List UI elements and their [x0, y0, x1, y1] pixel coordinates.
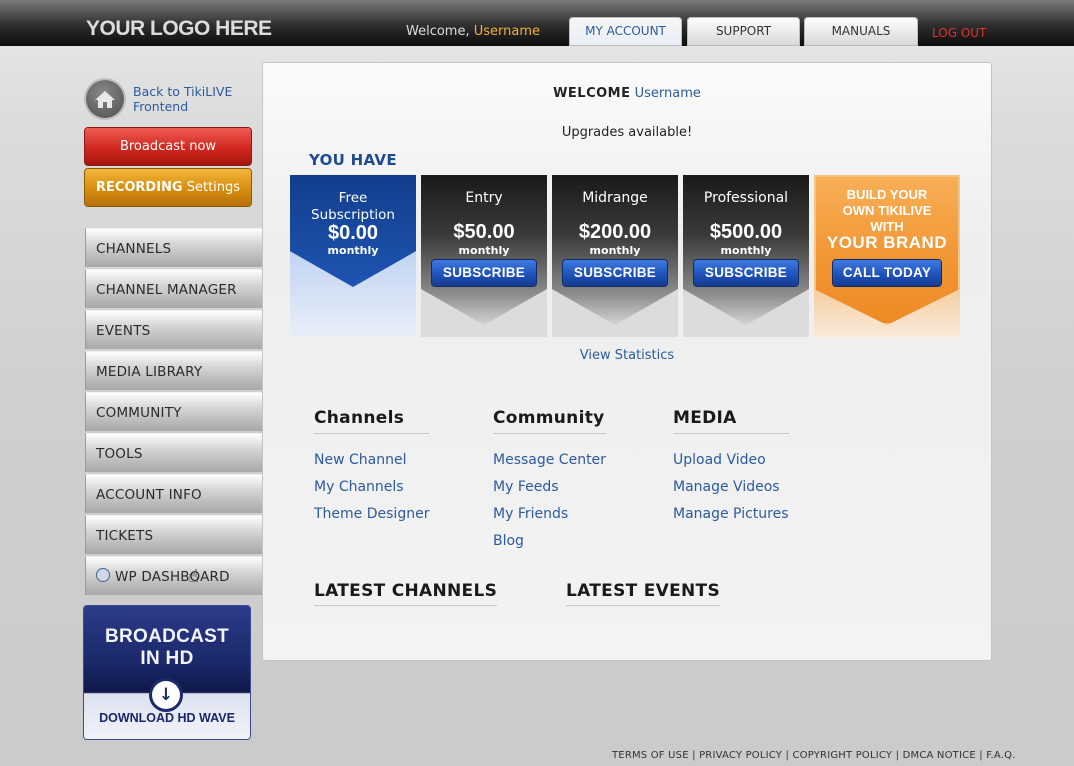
media-column: MEDIA Upload Video Manage Videos Manage … — [673, 408, 789, 523]
plan-midrange-price: $200.00 — [578, 221, 652, 243]
panel-username[interactable]: Username — [635, 86, 701, 101]
panel-welcome: WELCOME Username — [263, 86, 991, 101]
top-header: YOUR LOGO HERE Welcome, Username MY ACCO… — [0, 0, 1074, 46]
header-username[interactable]: Username — [474, 24, 540, 39]
hd-title-line2: IN HD — [140, 648, 194, 669]
plan-professional-price: $500.00 — [709, 221, 783, 243]
back-link-label[interactable]: Back to TikiLIVE Frontend — [133, 84, 253, 114]
footer-separator: | — [785, 750, 790, 761]
hand-cursor-icon: ☝ — [188, 566, 199, 587]
brand-line4: YOUR BRAND — [826, 233, 948, 252]
subscribe-midrange-button[interactable]: SUBSCRIBE — [563, 260, 667, 286]
my-channels-link[interactable]: My Channels — [314, 479, 429, 496]
my-feeds-link[interactable]: My Feeds — [493, 479, 606, 496]
site-logo[interactable]: YOUR LOGO HERE — [86, 17, 272, 41]
latest-events-heading: LATEST EVENTS — [566, 581, 720, 606]
plan-professional-name: Professional — [703, 190, 789, 206]
footer-links: TERMS OF USE | PRIVACY POLICY | COPYRIGH… — [612, 750, 1016, 761]
back-to-frontend-link[interactable]: Back to TikiLIVE Frontend — [86, 80, 256, 120]
upgrades-notice: Upgrades available! — [561, 125, 693, 140]
hd-promo-title: BROADCAST IN HD — [84, 626, 250, 670]
sidebar-item-tools[interactable]: TOOLS — [85, 433, 263, 472]
plan-midrange-name: Midrange — [582, 190, 648, 206]
brand-line2: OWN TIKILIVE — [842, 203, 932, 218]
copyright-policy-link[interactable]: COPYRIGHT POLICY — [792, 750, 892, 761]
you-have-heading: YOU HAVE — [309, 151, 397, 169]
hd-title-line1: BROADCAST — [104, 626, 230, 647]
dmca-notice-link[interactable]: DMCA NOTICE — [903, 750, 976, 761]
sidebar-item-channel-manager[interactable]: CHANNEL MANAGER — [85, 269, 263, 308]
my-friends-link[interactable]: My Friends — [493, 506, 606, 523]
home-icon-glyph — [95, 91, 115, 108]
community-column: Community Message Center My Feeds My Fri… — [493, 408, 606, 550]
recording-settings-button[interactable]: RECORDING Settings — [85, 169, 251, 206]
plan-entry-price: $50.00 — [453, 221, 515, 243]
recording-label-rest: Settings — [186, 180, 241, 195]
footer-separator: | — [895, 750, 900, 761]
tab-my-account[interactable]: MY ACCOUNT — [569, 17, 682, 46]
broadcast-now-button[interactable]: Broadcast now — [85, 128, 251, 165]
manage-pictures-link[interactable]: Manage Pictures — [673, 506, 789, 523]
recording-label-bold: RECORDING — [95, 180, 183, 195]
sidebar-nav: CHANNELS CHANNEL MANAGER EVENTS MEDIA LI… — [85, 228, 263, 597]
sidebar-item-wp-dashboard[interactable]: WP DASHBOARD — [85, 556, 263, 595]
sidebar-item-events[interactable]: EVENTS — [85, 310, 263, 349]
call-today-button[interactable]: CALL TODAY — [833, 260, 941, 286]
logout-link[interactable]: LOG OUT — [932, 26, 986, 40]
tab-support[interactable]: SUPPORT — [687, 17, 800, 46]
brand-line1: BUILD YOUR — [846, 187, 928, 202]
sidebar-item-channels[interactable]: CHANNELS — [85, 228, 263, 267]
welcome-text: Welcome, Username — [406, 24, 540, 39]
theme-designer-link[interactable]: Theme Designer — [314, 506, 429, 523]
download-arrow-icon: ↓ — [152, 681, 180, 709]
faq-link[interactable]: F.A.Q. — [986, 750, 1015, 761]
message-center-link[interactable]: Message Center — [493, 452, 606, 469]
tab-manuals[interactable]: MANUALS — [804, 17, 918, 46]
plan-professional-period: monthly — [720, 244, 772, 257]
subscribe-entry-button[interactable]: SUBSCRIBE — [432, 260, 536, 286]
plan-free: Free Subscription $0.00 monthly — [290, 175, 416, 337]
community-heading: Community — [493, 408, 606, 434]
sidebar-item-media-library[interactable]: MEDIA LIBRARY — [85, 351, 263, 390]
plan-free-period: monthly — [327, 244, 379, 257]
view-statistics-link[interactable]: View Statistics — [263, 348, 991, 363]
manage-videos-link[interactable]: Manage Videos — [673, 479, 789, 496]
footer-separator: | — [979, 750, 983, 761]
brand-promo-text: BUILD YOUR OWN TIKILIVE WITH YOUR BRAND — [814, 187, 960, 251]
plan-entry-period: monthly — [458, 244, 510, 257]
wp-dashboard-label: WP DASHBOARD — [115, 569, 230, 585]
latest-channels-heading: LATEST CHANNELS — [314, 581, 498, 606]
plan-free-price: $0.00 — [327, 222, 379, 244]
plan-your-brand: BUILD YOUR OWN TIKILIVE WITH YOUR BRAND … — [814, 175, 960, 337]
plan-professional: Professional $500.00 monthly SUBSCRIBE — [683, 175, 809, 337]
download-hd-wave-banner[interactable]: BROADCAST IN HD ↓ DOWNLOAD HD WAVE — [84, 606, 250, 739]
sidebar-item-tickets[interactable]: TICKETS — [85, 515, 263, 554]
privacy-policy-link[interactable]: PRIVACY POLICY — [699, 750, 782, 761]
plan-free-name: Free Subscription — [290, 190, 416, 224]
sidebar-item-account-info[interactable]: ACCOUNT INFO — [85, 474, 263, 513]
plan-entry: Entry $50.00 monthly SUBSCRIBE — [421, 175, 547, 337]
footer-separator: | — [692, 750, 696, 761]
channels-column: Channels New Channel My Channels Theme D… — [314, 408, 430, 523]
channels-heading: Channels — [314, 408, 430, 434]
sidebar-item-community[interactable]: COMMUNITY — [85, 392, 263, 431]
subscribe-professional-button[interactable]: SUBSCRIBE — [694, 260, 798, 286]
plan-entry-name: Entry — [465, 190, 503, 206]
plan-midrange: Midrange $200.00 monthly SUBSCRIBE — [552, 175, 678, 337]
media-heading: MEDIA — [673, 408, 789, 434]
plan-midrange-period: monthly — [589, 244, 641, 257]
hd-download-label: DOWNLOAD HD WAVE — [99, 711, 235, 725]
terms-of-use-link[interactable]: TERMS OF USE — [612, 750, 689, 761]
upload-video-link[interactable]: Upload Video — [673, 452, 789, 469]
wordpress-icon — [96, 568, 110, 582]
welcome-label: WELCOME — [553, 86, 631, 101]
blog-link[interactable]: Blog — [493, 533, 606, 550]
home-icon — [86, 80, 124, 118]
new-channel-link[interactable]: New Channel — [314, 452, 429, 469]
plan-free-name-line1: Free — [338, 190, 368, 206]
welcome-prefix: Welcome, — [406, 24, 470, 39]
main-panel: WELCOME Username Upgrades available! YOU… — [262, 62, 992, 661]
